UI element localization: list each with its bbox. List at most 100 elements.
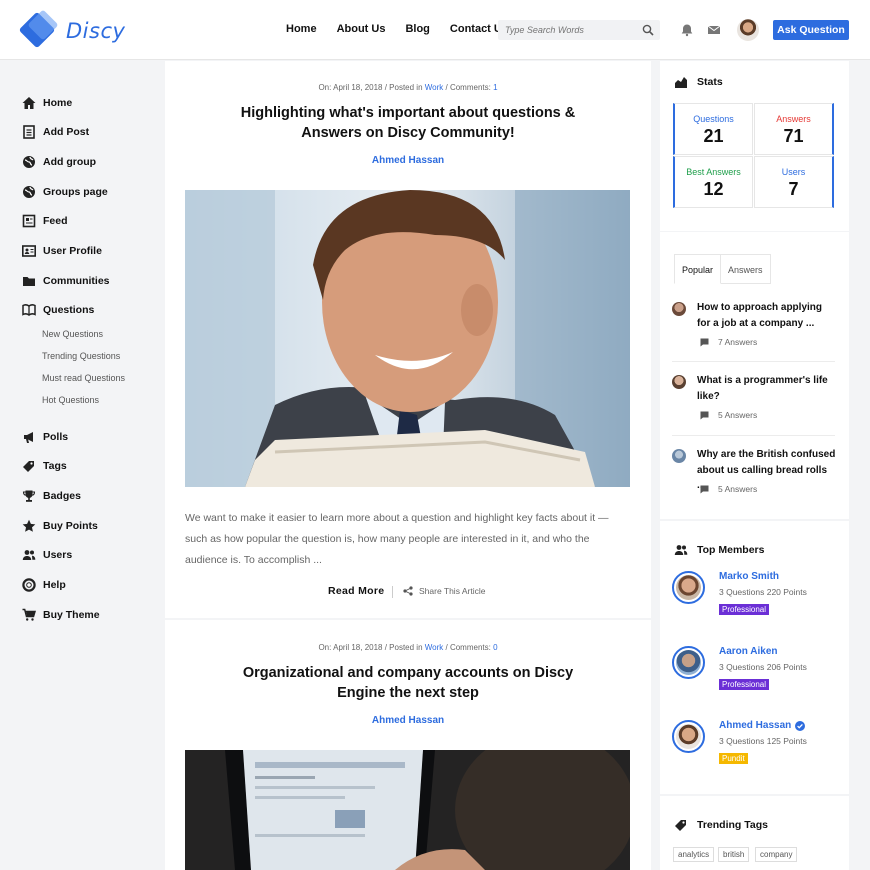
main-content: On: April 18, 2018 / Posted in Work / Co… [165,61,651,870]
sidebar-item-add-group[interactable]: Add group [22,154,96,170]
widget-title: Trending Tags [674,818,768,832]
post-title[interactable]: Organizational and company accounts on D… [225,663,591,703]
tag-company[interactable]: company [755,847,798,862]
member-item: Aaron Aiken 3 Questions 206 Points Profe… [672,646,837,706]
sidebar-item-groups-page[interactable]: Groups page [22,184,108,200]
post-image[interactable] [185,190,630,487]
chart-area-icon [675,77,687,88]
main-nav: Home About Us Blog Contact Us [286,23,528,35]
ask-question-button[interactable]: Ask Question [773,20,849,40]
sidebar-subitem-trending-questions[interactable]: Trending Questions [42,351,120,361]
question-title[interactable]: What is a programmer's life like? [697,373,837,404]
sidebar-item-user-profile[interactable]: User Profile [22,243,102,259]
member-name[interactable]: Aaron Aiken [719,646,778,657]
sidebar-subitem-hot-questions[interactable]: Hot Questions [42,395,99,405]
sidebar-item-home[interactable]: Home [22,95,72,111]
post-comments-link[interactable]: 1 [493,83,497,92]
post-card: On: April 18, 2018 / Posted in Work / Co… [165,61,651,618]
member-name[interactable]: Marko Smith [719,571,779,582]
search-box [498,20,660,40]
post-category-link[interactable]: Work [425,643,444,652]
sidebar-item-feed[interactable]: Feed [22,213,68,229]
avatar[interactable] [672,302,686,316]
post-meta: On: April 18, 2018 / Posted in Work / Co… [318,643,498,652]
popular-widget: Popular Answers How to approach applying… [660,232,849,519]
member-badge: Professional [719,679,770,690]
stat-questions: Questions 21 [673,103,753,155]
post-image[interactable] [185,750,630,870]
logo-text: Discy [66,19,126,43]
sidebar-subitem-must-read-questions[interactable]: Must read Questions [42,373,125,383]
post-author[interactable]: Ahmed Hassan [165,155,651,166]
feed-icon [22,214,36,228]
nav-blog[interactable]: Blog [405,23,429,35]
sidebar-item-polls[interactable]: Polls [22,429,68,445]
post-meta: On: April 18, 2018 / Posted in Work / Co… [318,83,498,92]
sidebar-item-buy-points[interactable]: Buy Points [22,518,98,534]
stats-widget: Stats Questions 21 Answers 71 Best Answe… [660,61,849,231]
tag-icon [23,461,34,472]
search-icon[interactable] [642,24,654,36]
search-input[interactable] [498,20,628,40]
comment-icon [700,485,709,493]
widget-title: Top Members [674,543,764,557]
sidebar-item-help[interactable]: Help [22,577,66,593]
mail-icon[interactable] [707,23,721,37]
avatar[interactable] [672,571,705,604]
post-category-link[interactable]: Work [425,83,444,92]
avatar-photo [676,575,701,600]
post-author[interactable]: Ahmed Hassan [165,715,651,726]
id-card-icon [22,245,36,257]
avatar[interactable] [672,375,686,389]
widget-title: Stats [674,75,723,89]
post-comments-link[interactable]: 0 [493,643,497,652]
verified-icon [795,720,806,731]
home-icon [22,97,36,109]
member-badge: Professional [719,604,770,615]
read-more-button[interactable]: Read More [328,585,384,597]
sidebar-item-tags[interactable]: Tags [22,458,67,474]
share-article-button[interactable]: Share This Article [403,586,485,596]
tag-british[interactable]: british [718,847,750,862]
logo[interactable]: Discy [18,9,132,49]
post-title[interactable]: Highlighting what's important about ques… [225,103,591,143]
stat-best-answers: Best Answers 12 [673,156,753,208]
sidebar-item-users[interactable]: Users [22,547,72,563]
nav-about-us[interactable]: About Us [337,23,386,35]
question-answers: 5 Answers [700,484,757,494]
post-card: On: April 18, 2018 / Posted in Work / Co… [165,620,651,870]
document-icon [23,125,35,139]
tab-popular[interactable]: Popular [674,254,722,284]
question-answers: 5 Answers [700,410,757,420]
sidebar-item-badges[interactable]: Badges [22,488,81,504]
tab-answers[interactable]: Answers [721,254,771,284]
sidebar-subitem-new-questions[interactable]: New Questions [42,329,103,339]
sidebar-item-questions[interactable]: Questions [22,302,94,318]
folder-icon [23,277,35,286]
sidebar-item-add-post[interactable]: Add Post [22,124,89,140]
member-stats: 3 Questions 125 Points [719,736,807,746]
sidebar-item-communities[interactable]: Communities [22,273,110,289]
member-badge: Pundit [719,753,748,764]
top-members-widget: Top Members Marko Smith 3 Questions 220 … [660,521,849,794]
share-icon [403,586,413,596]
nav-home[interactable]: Home [286,23,317,35]
post-image-photo [185,750,630,870]
avatar[interactable] [672,646,705,679]
trophy-icon [22,490,36,502]
sidebar-item-buy-theme[interactable]: Buy Theme [22,607,100,623]
left-sidebar: Home Add Post Add group Groups page Feed… [0,61,164,870]
comment-icon [700,338,709,346]
user-avatar[interactable] [737,19,759,41]
question-title[interactable]: How to approach applying for a job at a … [697,300,837,331]
list-item: Why are the British confused about us ca… [672,447,835,507]
member-name[interactable]: Ahmed Hassan [719,720,806,731]
notification-icon[interactable] [680,23,694,37]
globe-icon [23,186,35,198]
avatar[interactable] [672,720,705,753]
avatar[interactable] [672,449,686,463]
trending-tags-widget: Trending Tags analytics british company [660,796,849,870]
tag-analytics[interactable]: analytics [673,847,715,862]
member-item: Ahmed Hassan 3 Questions 125 Points Pund… [672,720,837,780]
avatar-photo [676,650,701,675]
